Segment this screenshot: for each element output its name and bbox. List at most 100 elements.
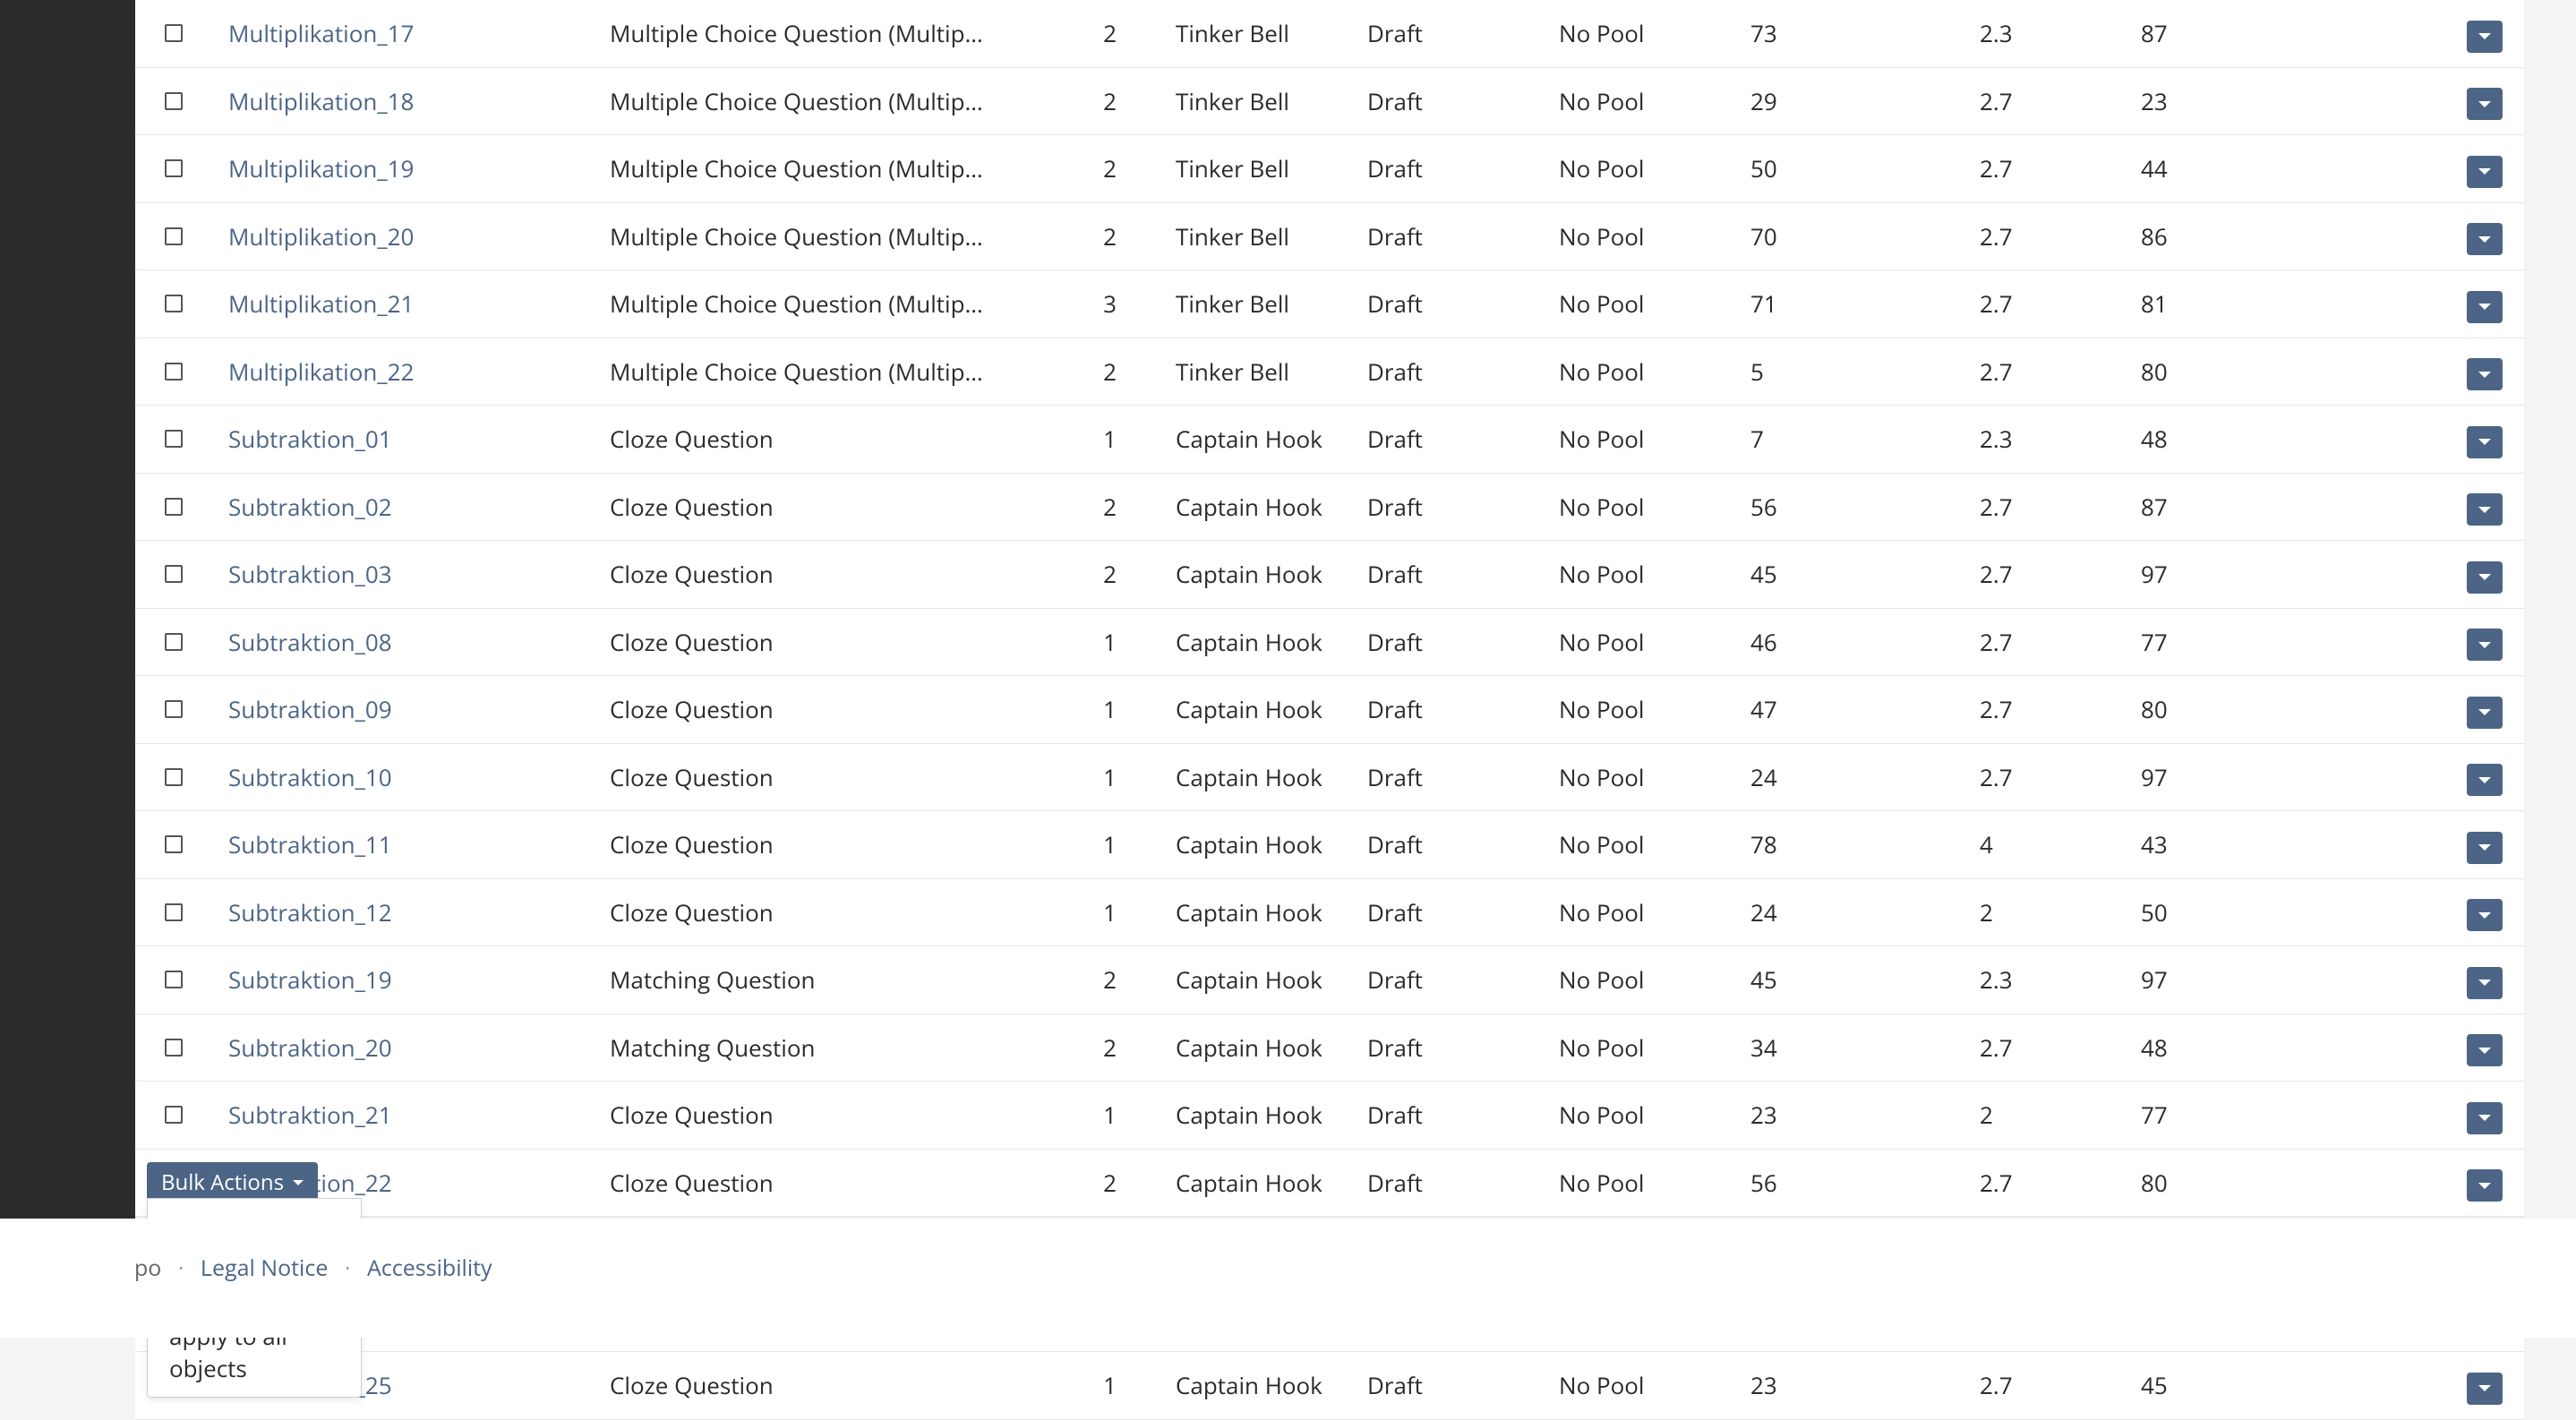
question-type-cell: Multiple Choice Question (Multiple Answe… [594, 0, 1005, 67]
question-title-link[interactable]: Multiplikation_19 [228, 152, 414, 184]
table-row: Subtraktion_21Cloze Question1Captain Hoo… [135, 1082, 2524, 1150]
row-checkbox[interactable] [165, 92, 183, 110]
metric1-cell: 70 [1734, 202, 1964, 270]
row-checkbox[interactable] [165, 835, 183, 853]
question-title-link[interactable]: Subtraktion_21 [228, 1099, 392, 1131]
actions-cell [2447, 541, 2524, 609]
question-title-link[interactable]: Multiplikation_22 [228, 355, 414, 388]
row-actions-button[interactable] [2467, 1034, 2503, 1066]
author-cell: Captain Hook [1160, 946, 1351, 1014]
actions-cell [2447, 270, 2524, 338]
question-title-link[interactable]: Subtraktion_03 [228, 558, 392, 590]
question-title-link[interactable]: Subtraktion_01 [228, 423, 392, 455]
author-cell: Captain Hook [1160, 473, 1351, 541]
question-type-cell: Cloze Question [594, 743, 1005, 811]
footer-link-accessibility[interactable]: Accessibility [367, 1253, 492, 1283]
metric1-cell: 23 [1734, 1082, 1964, 1150]
question-title-link[interactable]: Multiplikation_21 [228, 287, 414, 320]
question-title-link[interactable]: Multiplikation_18 [228, 85, 414, 117]
row-checkbox[interactable] [165, 430, 183, 448]
metric3-cell: 97 [2125, 946, 2447, 1014]
metric2-cell: 2.7 [1964, 270, 2125, 338]
metric2-cell: 2.7 [1964, 1352, 2125, 1420]
status-cell: Draft [1351, 608, 1543, 676]
bulk-actions-button[interactable]: Bulk Actions [147, 1162, 318, 1202]
row-checkbox[interactable] [165, 971, 183, 988]
row-actions-button[interactable] [2467, 697, 2503, 729]
count-cell: 2 [1005, 338, 1160, 406]
status-cell: Draft [1351, 473, 1543, 541]
question-title-link[interactable]: Multiplikation_17 [228, 17, 414, 49]
row-actions-button[interactable] [2467, 358, 2503, 390]
footer-link-legal-notice[interactable]: Legal Notice [201, 1253, 328, 1283]
row-actions-button[interactable] [2467, 223, 2503, 255]
chevron-down-icon [2478, 844, 2491, 851]
title-cell: Subtraktion_02 [212, 473, 594, 541]
question-type-cell: Cloze Question [594, 676, 1005, 744]
metric2-cell: 2.7 [1964, 743, 2125, 811]
metric3-cell: 80 [2125, 1149, 2447, 1217]
row-actions-button[interactable] [2467, 156, 2503, 188]
row-checkbox[interactable] [165, 1106, 183, 1124]
row-checkbox[interactable] [165, 903, 183, 921]
page-footer: po · Legal Notice · Accessibility [0, 1219, 2576, 1338]
question-title-link[interactable]: Subtraktion_11 [228, 828, 392, 860]
actions-cell [2447, 406, 2524, 474]
row-actions-button[interactable] [2467, 291, 2503, 323]
status-cell: Draft [1351, 878, 1543, 946]
row-actions-button[interactable] [2467, 493, 2503, 526]
row-actions-button[interactable] [2467, 1169, 2503, 1202]
question-title-link[interactable]: Subtraktion_12 [228, 896, 392, 928]
question-type-cell: Cloze Question [594, 406, 1005, 474]
count-cell: 2 [1005, 67, 1160, 135]
chevron-down-icon [2478, 1183, 2491, 1189]
row-checkbox[interactable] [165, 565, 183, 583]
row-actions-button[interactable] [2467, 1102, 2503, 1134]
count-cell: 2 [1005, 1014, 1160, 1082]
question-title-link[interactable]: Subtraktion_02 [228, 491, 392, 523]
row-checkbox[interactable] [165, 295, 183, 312]
metric1-cell: 73 [1734, 0, 1964, 67]
row-checkbox[interactable] [165, 159, 183, 177]
author-cell: Tinker Bell [1160, 0, 1351, 67]
question-title-link[interactable]: Multiplikation_20 [228, 220, 414, 252]
metric2-cell: 2.7 [1964, 1014, 2125, 1082]
row-actions-button[interactable] [2467, 21, 2503, 53]
row-checkbox[interactable] [165, 768, 183, 786]
row-checkbox[interactable] [165, 633, 183, 651]
row-actions-button[interactable] [2467, 967, 2503, 999]
question-type-cell: Multiple Choice Question (Multiple Answe… [594, 67, 1005, 135]
row-checkbox[interactable] [165, 1039, 183, 1056]
pool-cell: No Pool [1543, 202, 1734, 270]
question-title-link[interactable]: Subtraktion_19 [228, 963, 392, 996]
metric1-cell: 45 [1734, 946, 1964, 1014]
row-actions-button[interactable] [2467, 561, 2503, 594]
pool-cell: No Pool [1543, 270, 1734, 338]
row-actions-button[interactable] [2467, 1373, 2503, 1405]
row-checkbox[interactable] [165, 24, 183, 42]
row-checkbox[interactable] [165, 700, 183, 718]
pool-cell: No Pool [1543, 541, 1734, 609]
metric1-cell: 34 [1734, 1014, 1964, 1082]
row-actions-button[interactable] [2467, 426, 2503, 458]
row-actions-button[interactable] [2467, 764, 2503, 796]
question-title-link[interactable]: Subtraktion_20 [228, 1031, 392, 1064]
title-cell: Subtraktion_08 [212, 608, 594, 676]
metric1-cell: 23 [1734, 1352, 1964, 1420]
metric1-cell: 50 [1734, 135, 1964, 203]
row-actions-button[interactable] [2467, 832, 2503, 864]
question-title-link[interactable]: Subtraktion_08 [228, 626, 392, 658]
row-checkbox[interactable] [165, 363, 183, 381]
question-type-cell: Cloze Question [594, 473, 1005, 541]
metric3-cell: 48 [2125, 406, 2447, 474]
row-actions-button[interactable] [2467, 899, 2503, 931]
row-checkbox[interactable] [165, 498, 183, 516]
row-actions-button[interactable] [2467, 629, 2503, 661]
status-cell: Draft [1351, 0, 1543, 67]
question-title-link[interactable]: Subtraktion_09 [228, 693, 392, 725]
metric2-cell: 2.7 [1964, 473, 2125, 541]
question-title-link[interactable]: Subtraktion_10 [228, 761, 392, 793]
row-actions-button[interactable] [2467, 88, 2503, 120]
row-checkbox[interactable] [165, 227, 183, 245]
metric2-cell: 2.7 [1964, 676, 2125, 744]
